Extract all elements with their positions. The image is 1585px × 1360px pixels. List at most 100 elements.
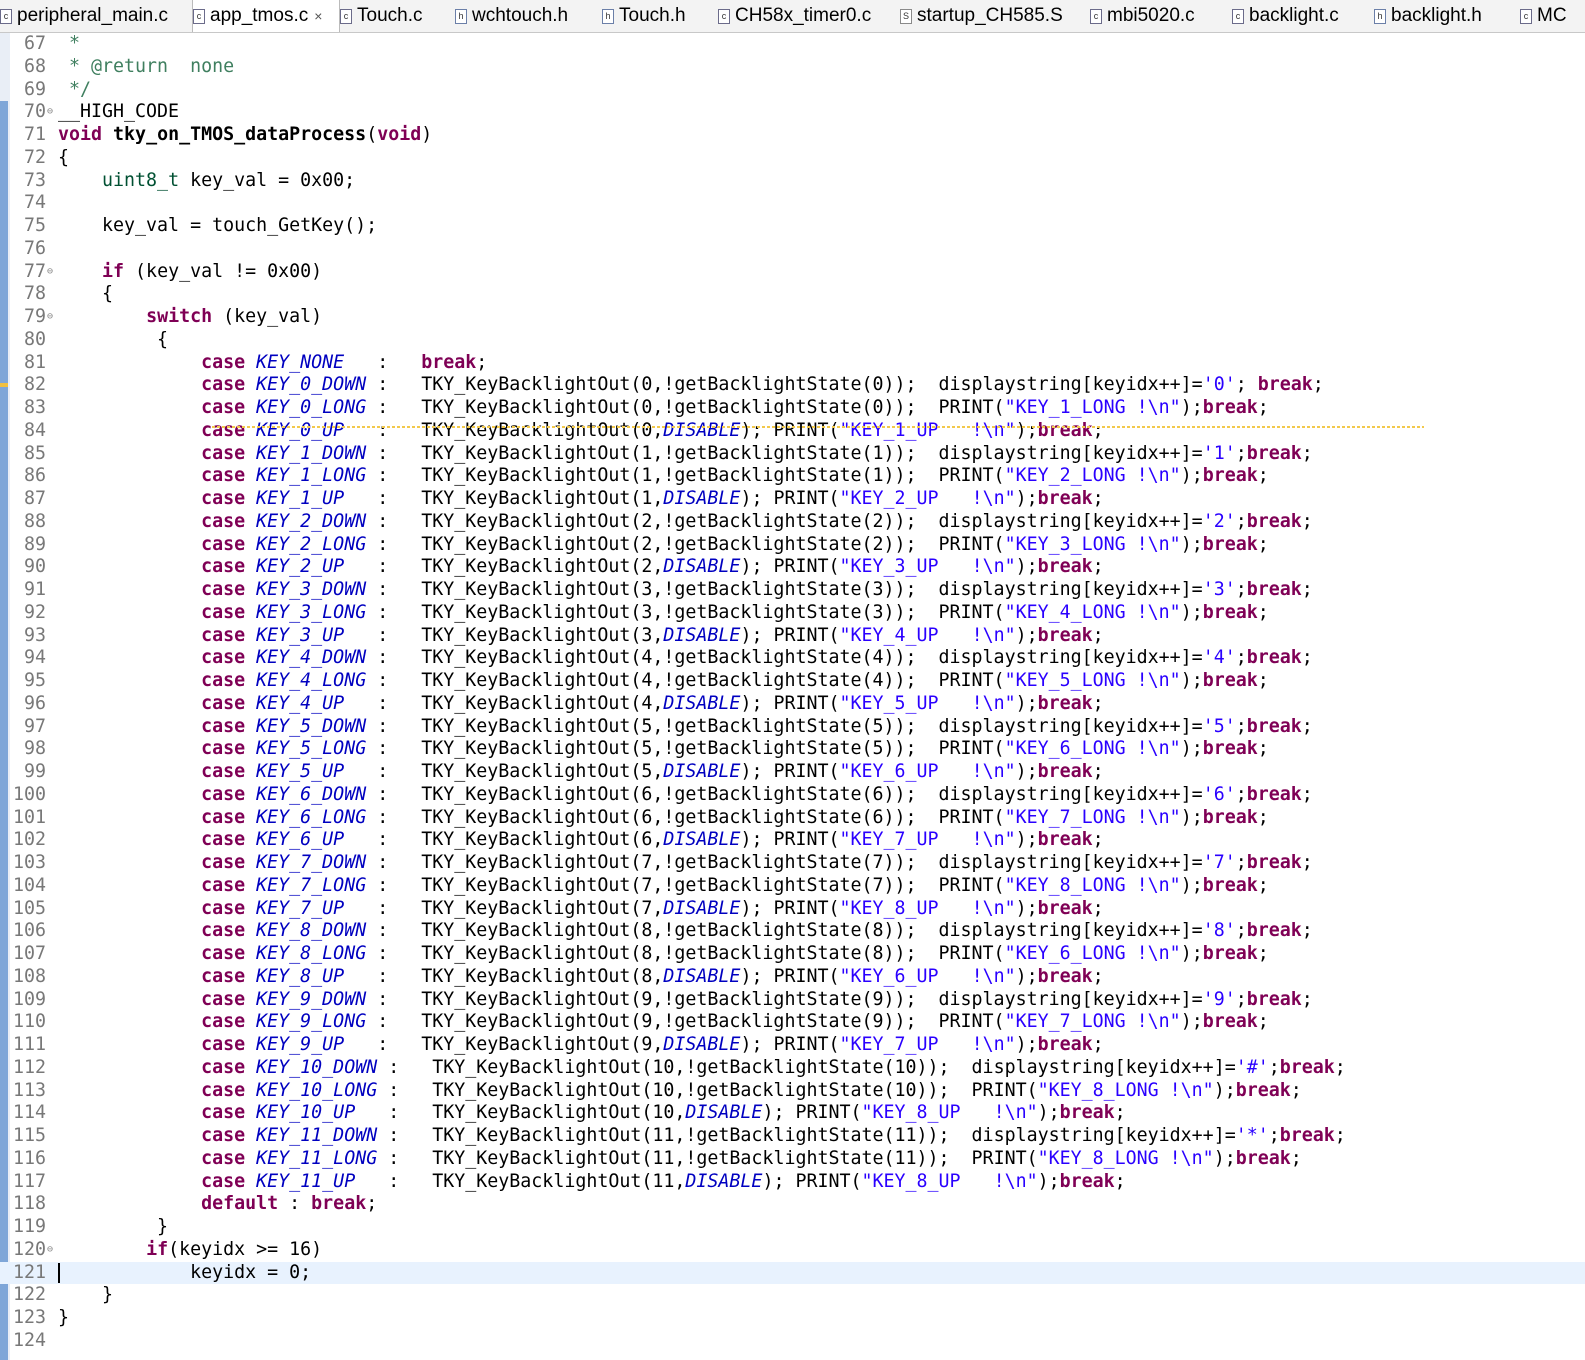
code-line[interactable]: 88 case KEY_2_DOWN : TKY_KeyBacklightOut… (0, 511, 1585, 534)
code-line[interactable]: 107 case KEY_8_LONG : TKY_KeyBacklightOu… (0, 943, 1585, 966)
code-line[interactable]: 90 case KEY_2_UP : TKY_KeyBacklightOut(2… (0, 556, 1585, 579)
code-line[interactable]: 68 * @return none (0, 56, 1585, 79)
h-file-icon: h (602, 8, 614, 24)
code-line[interactable]: 82 case KEY_0_DOWN : TKY_KeyBacklightOut… (0, 374, 1585, 397)
code-editor[interactable]: 67 * 68 * @return none 69 */70 ⊖ __HIGH_CODE… (0, 33, 1585, 1360)
code-line[interactable]: 109 case KEY_9_DOWN : TKY_KeyBacklightOu… (0, 989, 1585, 1012)
code-text: case KEY_1_UP : TKY_KeyBacklightOut(1,DI… (201, 488, 1104, 509)
code-line[interactable]: 72 { (0, 147, 1585, 170)
code-line[interactable]: 87 case KEY_1_UP : TKY_KeyBacklightOut(1… (0, 488, 1585, 511)
code-line[interactable]: 113 case KEY_10_LONG : TKY_KeyBacklightO… (0, 1080, 1585, 1103)
code-line[interactable]: 71 void tky_on_TMOS_dataProcess(void) (0, 124, 1585, 147)
line-number: 70 (23, 101, 46, 123)
fold-collapse-icon[interactable]: ⊖ (47, 306, 53, 329)
line-number: 123 (12, 1307, 46, 1328)
code-line[interactable]: 120 ⊖ if(keyidx >= 16) (0, 1239, 1585, 1262)
code-line[interactable]: 103 case KEY_7_DOWN : TKY_KeyBacklightOu… (0, 852, 1585, 875)
code-line[interactable]: 86 case KEY_1_LONG : TKY_KeyBacklightOut… (0, 465, 1585, 488)
code-line[interactable]: 81 case KEY_NONE : break; (0, 352, 1585, 375)
code-line[interactable]: 79 ⊖ switch (key_val) (0, 306, 1585, 329)
line-number: 92 (23, 601, 46, 623)
code-line[interactable]: 105 case KEY_7_UP : TKY_KeyBacklightOut(… (0, 898, 1585, 921)
code-line[interactable]: 114 case KEY_10_UP : TKY_KeyBacklightOut… (0, 1102, 1585, 1125)
line-number: 102 (12, 829, 46, 851)
code-line[interactable]: 104 case KEY_7_LONG : TKY_KeyBacklightOu… (0, 875, 1585, 898)
tab-peripheral-main-c[interactable]: c peripheral_main.c (0, 0, 190, 32)
code-text: case KEY_8_DOWN : TKY_KeyBacklightOut(8,… (201, 920, 1313, 942)
code-text: case KEY_7_LONG : TKY_KeyBacklightOut(7,… (201, 874, 1269, 896)
code-text: case KEY_3_DOWN : TKY_KeyBacklightOut(3,… (201, 579, 1313, 600)
code-line[interactable]: 124 (0, 1330, 1585, 1353)
line-number: 103 (12, 852, 46, 873)
tab-label: MC (1537, 5, 1567, 26)
code-line[interactable]: 70 ⊖ __HIGH_CODE (0, 101, 1585, 124)
code-line[interactable]: 118 default : break; (0, 1193, 1585, 1216)
code-line[interactable]: 77 ⊖ if (key_val != 0x00) (0, 261, 1585, 284)
code-line[interactable]: 76 (0, 238, 1585, 261)
code-text: key_val = touch_GetKey(); (58, 215, 378, 236)
fold-collapse-icon[interactable]: ⊖ (47, 101, 53, 124)
code-line[interactable]: 102 case KEY_6_UP : TKY_KeyBacklightOut(… (0, 829, 1585, 852)
tab-backlight-h[interactable]: h backlight.h (1374, 0, 1518, 32)
code-line[interactable]: 73 uint8_t key_val = 0x00; (0, 170, 1585, 193)
line-number: 93 (23, 624, 46, 646)
code-line[interactable]: 119 } (0, 1216, 1585, 1239)
tab-startup-ch585-s[interactable]: Sstartup_CH585.S (900, 0, 1088, 32)
code-line[interactable]: 84 case KEY_0_UP : TKY_KeyBacklightOut(0… (0, 420, 1585, 443)
code-line[interactable]: 83 case KEY_0_LONG : TKY_KeyBacklightOut… (0, 397, 1585, 420)
tab-touch-h[interactable]: h Touch.h (602, 0, 716, 32)
code-line[interactable]: 74 (0, 192, 1585, 215)
code-text: case KEY_5_UP : TKY_KeyBacklightOut(5,DI… (201, 761, 1104, 782)
code-line[interactable]: 100 case KEY_6_DOWN : TKY_KeyBacklightOu… (0, 784, 1585, 807)
code-line[interactable]: 115 case KEY_11_DOWN : TKY_KeyBacklightO… (0, 1125, 1585, 1148)
tab-ch58x-timer0-c[interactable]: c CH58x_timer0.c (718, 0, 898, 32)
tab-label: app_tmos.c (210, 5, 309, 26)
code-line[interactable]: 69 */ (0, 79, 1585, 102)
code-line[interactable]: 106 case KEY_8_DOWN : TKY_KeyBacklightOu… (0, 920, 1585, 943)
line-number: 114 (12, 1102, 46, 1124)
code-text: keyidx = 0; (58, 1261, 312, 1283)
code-text: case KEY_6_DOWN : TKY_KeyBacklightOut(6,… (201, 783, 1313, 805)
tab-mc[interactable]: c MC (1520, 0, 1585, 32)
code-line[interactable]: 108 case KEY_8_UP : TKY_KeyBacklightOut(… (0, 966, 1585, 989)
code-line[interactable]: 96 case KEY_4_UP : TKY_KeyBacklightOut(4… (0, 693, 1585, 716)
code-line[interactable]: 91 case KEY_3_DOWN : TKY_KeyBacklightOut… (0, 579, 1585, 602)
code-line[interactable]: 123} (0, 1307, 1585, 1330)
tab-wchtouch-h[interactable]: h wchtouch.h (455, 0, 600, 32)
code-line[interactable]: 98 case KEY_5_LONG : TKY_KeyBacklightOut… (0, 738, 1585, 761)
code-text: * @return none (58, 55, 235, 77)
code-line[interactable]: 93 case KEY_3_UP : TKY_KeyBacklightOut(3… (0, 625, 1585, 648)
fold-collapse-icon[interactable]: ⊖ (47, 1239, 53, 1262)
tab-app-tmos-c[interactable]: c app_tmos.c × (192, 0, 340, 32)
tab-backlight-c[interactable]: c backlight.c (1232, 0, 1372, 32)
code-line[interactable]: 95 case KEY_4_LONG : TKY_KeyBacklightOut… (0, 670, 1585, 693)
line-number: 110 (12, 1011, 46, 1033)
code-line[interactable]: 78 { (0, 283, 1585, 306)
code-line[interactable]: 97 case KEY_5_DOWN : TKY_KeyBacklightOut… (0, 716, 1585, 739)
code-line[interactable]: 117 case KEY_11_UP : TKY_KeyBacklightOut… (0, 1171, 1585, 1194)
code-line[interactable]: 94 case KEY_4_DOWN : TKY_KeyBacklightOut… (0, 647, 1585, 670)
fold-collapse-icon[interactable]: ⊖ (47, 261, 53, 284)
code-line[interactable]: 116 case KEY_11_LONG : TKY_KeyBacklightO… (0, 1148, 1585, 1171)
code-line[interactable]: 112 case KEY_10_DOWN : TKY_KeyBacklightO… (0, 1057, 1585, 1080)
code-line[interactable]: 111 case KEY_9_UP : TKY_KeyBacklightOut(… (0, 1034, 1585, 1057)
code-line[interactable]: 121 keyidx = 0; (0, 1261, 1585, 1285)
code-line[interactable]: 99 case KEY_5_UP : TKY_KeyBacklightOut(5… (0, 761, 1585, 784)
line-number: 85 (23, 442, 46, 464)
code-line[interactable]: 85 case KEY_1_DOWN : TKY_KeyBacklightOut… (0, 443, 1585, 466)
line-number: 80 (23, 328, 46, 350)
code-line[interactable]: 67 * (0, 33, 1585, 56)
code-line[interactable]: 110 case KEY_9_LONG : TKY_KeyBacklightOu… (0, 1011, 1585, 1034)
tab-mbi5020-c[interactable]: c mbi5020.c (1090, 0, 1230, 32)
tab-touch-c[interactable]: c Touch.c (340, 0, 453, 32)
c-file-icon: c (718, 8, 730, 24)
code-line[interactable]: 89 case KEY_2_LONG : TKY_KeyBacklightOut… (0, 534, 1585, 557)
code-line[interactable]: 101 case KEY_6_LONG : TKY_KeyBacklightOu… (0, 807, 1585, 830)
code-line[interactable]: 80 { (0, 329, 1585, 352)
code-line[interactable]: 75 key_val = touch_GetKey(); (0, 215, 1585, 238)
code-line[interactable]: 122 } (0, 1284, 1585, 1307)
code-text: case KEY_5_LONG : TKY_KeyBacklightOut(5,… (201, 738, 1269, 760)
code-line[interactable]: 92 case KEY_3_LONG : TKY_KeyBacklightOut… (0, 602, 1585, 625)
tab-label: Touch.c (357, 5, 423, 26)
close-tab-icon[interactable]: × (314, 8, 322, 24)
